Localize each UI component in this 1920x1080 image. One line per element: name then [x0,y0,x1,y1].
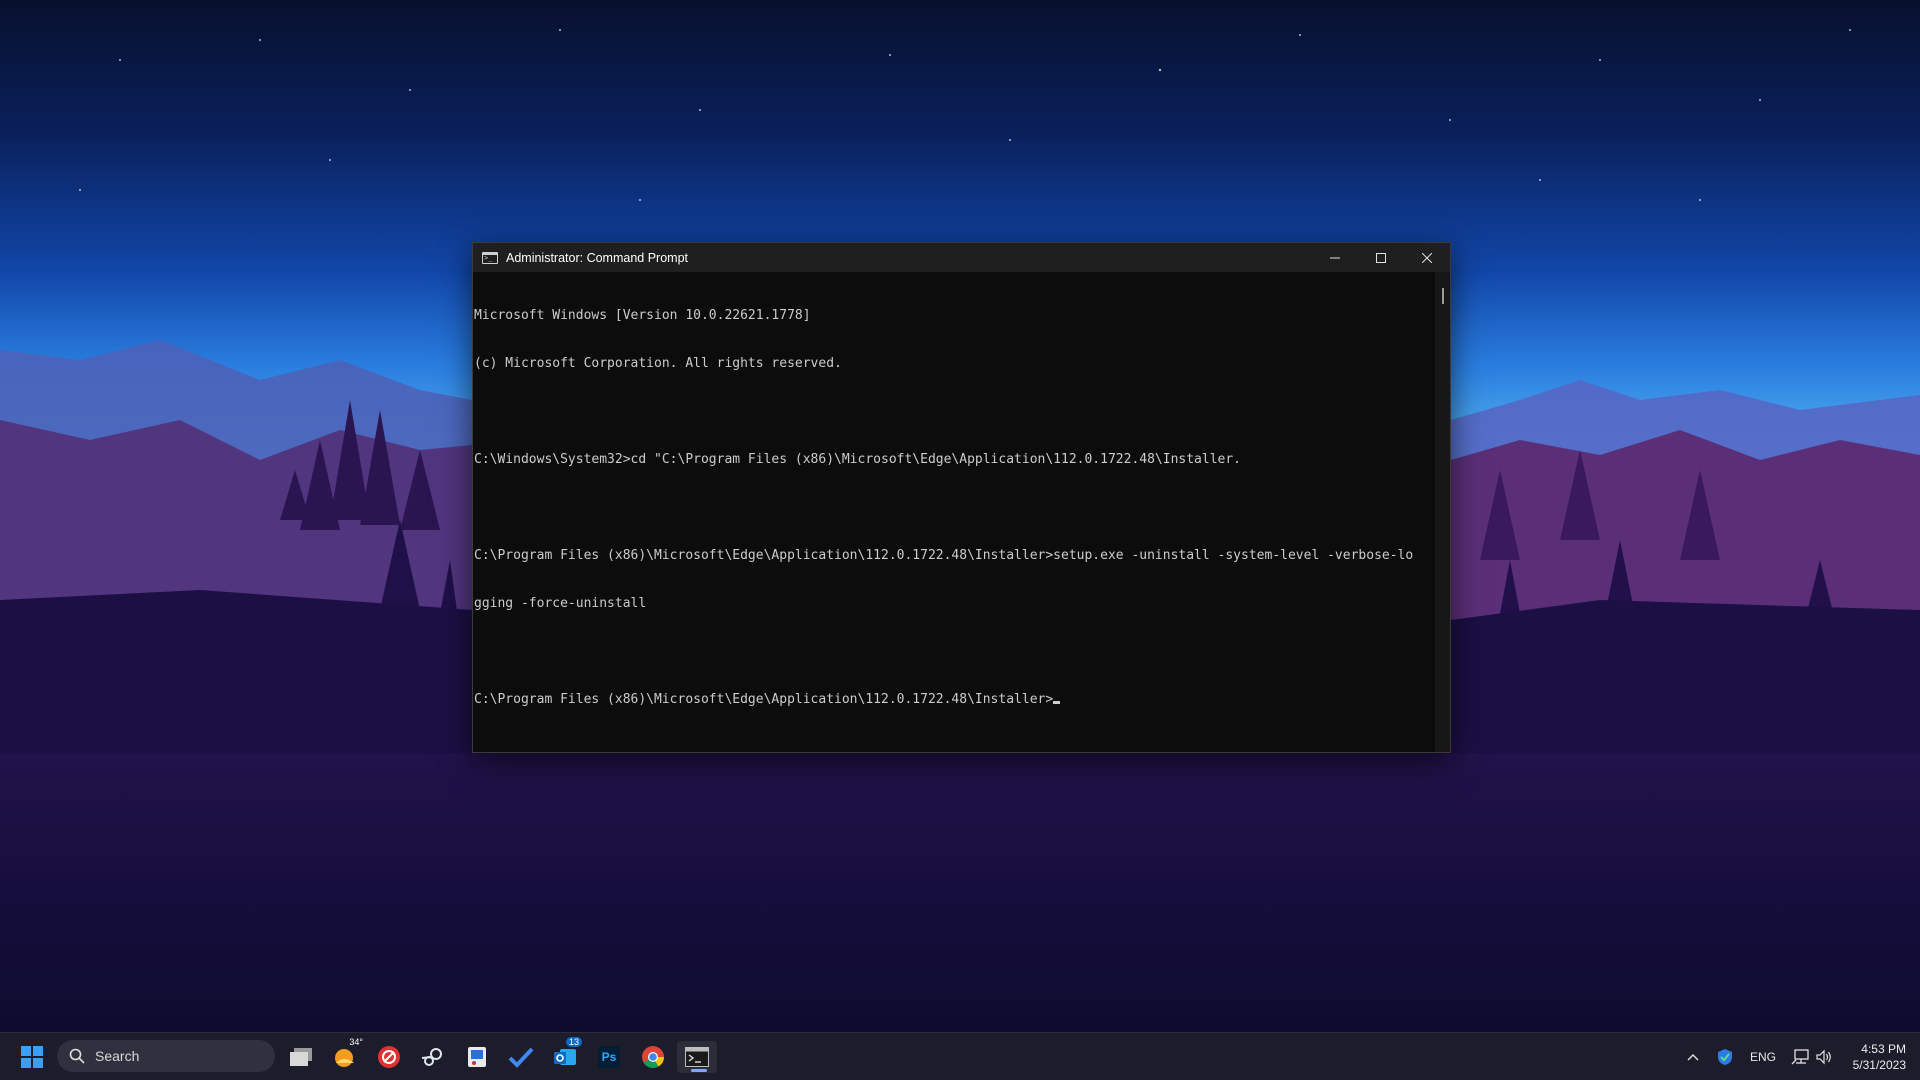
antivirus-app-button[interactable] [369,1041,409,1073]
outlook-icon [554,1049,576,1065]
language-indicator[interactable]: ENG [1747,1041,1779,1073]
close-button[interactable] [1404,243,1450,272]
security-tray-button[interactable] [1713,1041,1737,1073]
scrollbar-thumb[interactable] [1442,288,1444,304]
search-label: Search [95,1048,140,1064]
task-view-button[interactable] [281,1041,321,1073]
chrome-button[interactable] [633,1041,673,1073]
console-line: gging -force-uninstall [474,596,647,611]
outlook-button[interactable]: 13 [545,1037,585,1073]
console-line: Microsoft Windows [Version 10.0.22621.17… [474,308,811,323]
show-hidden-icons-button[interactable] [1683,1041,1703,1073]
network-icon [1791,1049,1809,1065]
window-title: Administrator: Command Prompt [506,250,689,265]
photoshop-button[interactable]: Ps [589,1041,629,1073]
console-line: C:\Program Files (x86)\Microsoft\Edge\Ap… [474,548,1414,563]
todo-button[interactable] [501,1041,541,1073]
taskbar-clock[interactable]: 4:53 PM 5/31/2023 [1836,1041,1906,1073]
taskbar-search[interactable]: Search [57,1040,275,1072]
maximize-icon [1376,252,1386,263]
close-icon [1422,252,1432,263]
steam-button[interactable] [413,1041,453,1073]
cmd-icon [482,251,498,264]
mail-count-badge: 13 [565,1037,582,1047]
console-scrollbar[interactable] [1435,272,1450,752]
network-tray-button[interactable] [1789,1041,1811,1073]
volume-tray-button[interactable] [1813,1041,1835,1073]
language-label: ENG [1749,1050,1776,1064]
weather-widget-button[interactable]: 34° [325,1037,365,1073]
todo-icon [508,1047,534,1068]
window-controls [1312,243,1450,272]
antivirus-app-icon [378,1046,400,1068]
chevron-up-icon [1687,1054,1699,1061]
console-line: C:\Windows\System32>cd "C:\Program Files… [474,452,1242,467]
text-cursor [1053,701,1061,704]
window-titlebar[interactable]: Administrator: Command Prompt [473,243,1450,272]
console-prompt-line[interactable]: C:\Program Files (x86)\Microsoft\Edge\Ap… [474,692,1435,708]
minimize-icon [1330,257,1340,258]
steam-icon [421,1048,442,1066]
weather-widget-icon [335,1049,354,1067]
snipping-tool-icon [468,1047,486,1067]
terminal-icon [685,1047,709,1067]
active-app-indicator [691,1069,707,1072]
command-prompt-window[interactable]: Administrator: Command Prompt Microsoft … [472,242,1451,753]
photoshop-icon: Ps [598,1046,620,1068]
minimize-button[interactable] [1312,243,1358,272]
task-view-icon [290,1048,312,1066]
chrome-icon [642,1046,664,1068]
snipping-tool-button[interactable] [457,1041,497,1073]
photoshop-label: Ps [601,1050,617,1064]
volume-icon [1816,1049,1831,1065]
console-line: (c) Microsoft Corporation. All rights re… [474,356,842,371]
console-output[interactable]: Microsoft Windows [Version 10.0.22621.17… [473,272,1435,752]
start-button[interactable] [12,1041,52,1073]
shield-icon [1718,1049,1732,1065]
maximize-button[interactable] [1358,243,1404,272]
windows-logo-icon [21,1046,43,1068]
console-prompt: C:\Program Files (x86)\Microsoft\Edge\Ap… [474,692,1054,707]
clock-date: 5/31/2023 [1852,1058,1906,1072]
terminal-button[interactable] [677,1041,717,1073]
clock-time: 4:53 PM [1861,1042,1906,1056]
search-icon [69,1048,85,1064]
weather-temperature: 34° [349,1037,363,1047]
taskbar: Search 34° 13 Ps ENG 4:53 PM 5/31/2023 [0,1032,1920,1080]
